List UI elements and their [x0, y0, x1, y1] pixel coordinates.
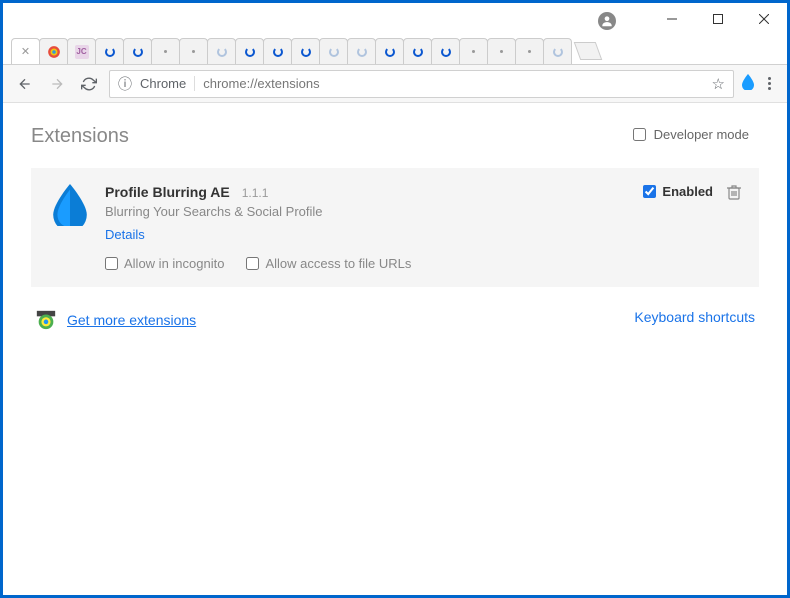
loading-spinner-icon [131, 45, 145, 59]
get-more-extensions-link[interactable]: Get more extensions [67, 312, 196, 328]
tab[interactable] [487, 38, 516, 64]
close-tab-icon[interactable]: ✕ [21, 45, 30, 58]
extension-description: Blurring Your Searchs & Social Profile [105, 204, 629, 219]
dot-icon [192, 50, 195, 53]
extension-details-link[interactable]: Details [105, 227, 145, 242]
tab[interactable] [179, 38, 208, 64]
titlebar [3, 3, 787, 35]
tab[interactable]: JC [67, 38, 96, 64]
loading-spinner-icon [551, 45, 565, 59]
enabled-toggle[interactable]: Enabled [643, 184, 713, 199]
developer-mode-checkbox[interactable] [633, 128, 646, 141]
developer-mode-label: Developer mode [654, 127, 749, 142]
loading-spinner-icon [243, 45, 257, 59]
keyboard-shortcuts-link[interactable]: Keyboard shortcuts [634, 309, 755, 331]
dot-icon [472, 50, 475, 53]
loading-spinner-icon [299, 45, 313, 59]
tab[interactable] [207, 38, 236, 64]
chrome-icon [47, 45, 61, 59]
loading-spinner-icon [383, 45, 397, 59]
bottom-links: Get more extensions Keyboard shortcuts [31, 309, 759, 331]
forward-button[interactable] [45, 72, 69, 96]
url-scheme: Chrome [140, 76, 195, 91]
maximize-button[interactable] [695, 3, 741, 35]
page-content: Extensions Developer mode Profile Blurri… [3, 103, 787, 595]
enabled-checkbox[interactable] [643, 185, 656, 198]
tab-strip: ✕ JC [3, 35, 787, 65]
minimize-button[interactable] [649, 3, 695, 35]
tab[interactable] [235, 38, 264, 64]
browser-window: ✕ JC ⓘ Chrome chrome://extensions ☆ [3, 3, 787, 595]
tab-active[interactable]: ✕ [11, 38, 40, 64]
enabled-label: Enabled [662, 184, 713, 199]
extension-card: Profile Blurring AE 1.1.1 Blurring Your … [31, 168, 759, 287]
loading-spinner-icon [271, 45, 285, 59]
tab[interactable] [431, 38, 460, 64]
tab[interactable] [403, 38, 432, 64]
reload-button[interactable] [77, 72, 101, 96]
tab[interactable] [375, 38, 404, 64]
tab[interactable] [151, 38, 180, 64]
tab[interactable] [123, 38, 152, 64]
extension-icon [49, 184, 91, 226]
extension-version: 1.1.1 [242, 186, 269, 200]
profile-avatar[interactable] [598, 12, 616, 30]
extension-name: Profile Blurring AE [105, 184, 230, 200]
loading-spinner-icon [411, 45, 425, 59]
allow-file-urls-toggle[interactable]: Allow access to file URLs [246, 256, 411, 271]
chrome-store-icon [35, 309, 57, 331]
tab[interactable] [459, 38, 488, 64]
allow-incognito-label: Allow in incognito [124, 256, 224, 271]
tab[interactable] [39, 38, 68, 64]
extension-body: Profile Blurring AE 1.1.1 Blurring Your … [105, 184, 629, 271]
close-window-button[interactable] [741, 3, 787, 35]
dot-icon [500, 50, 503, 53]
new-tab-button[interactable] [574, 42, 603, 60]
loading-spinner-icon [215, 45, 229, 59]
browser-menu-button[interactable] [762, 77, 777, 90]
tab[interactable] [95, 38, 124, 64]
allow-incognito-toggle[interactable]: Allow in incognito [105, 256, 224, 271]
url-text: chrome://extensions [203, 76, 319, 91]
allow-incognito-checkbox[interactable] [105, 257, 118, 270]
loading-spinner-icon [103, 45, 117, 59]
address-bar[interactable]: ⓘ Chrome chrome://extensions ☆ [109, 70, 734, 98]
tab[interactable] [543, 38, 572, 64]
trash-icon[interactable] [727, 184, 741, 204]
loading-spinner-icon [327, 45, 341, 59]
tab[interactable] [263, 38, 292, 64]
toolbar: ⓘ Chrome chrome://extensions ☆ [3, 65, 787, 103]
back-button[interactable] [13, 72, 37, 96]
loading-spinner-icon [355, 45, 369, 59]
tab[interactable] [347, 38, 376, 64]
avatar-icon: JC [75, 45, 89, 59]
tab[interactable] [515, 38, 544, 64]
allow-file-urls-label: Allow access to file URLs [265, 256, 411, 271]
tab[interactable] [319, 38, 348, 64]
developer-mode-toggle[interactable]: Developer mode [633, 127, 749, 142]
tab[interactable] [291, 38, 320, 64]
site-info-icon[interactable]: ⓘ [118, 74, 132, 94]
bookmark-star-icon[interactable]: ☆ [712, 75, 725, 93]
dot-icon [528, 50, 531, 53]
drop-extension-icon[interactable] [742, 74, 754, 94]
allow-file-urls-checkbox[interactable] [246, 257, 259, 270]
get-more-extensions: Get more extensions [35, 309, 196, 331]
dot-icon [164, 50, 167, 53]
loading-spinner-icon [439, 45, 453, 59]
